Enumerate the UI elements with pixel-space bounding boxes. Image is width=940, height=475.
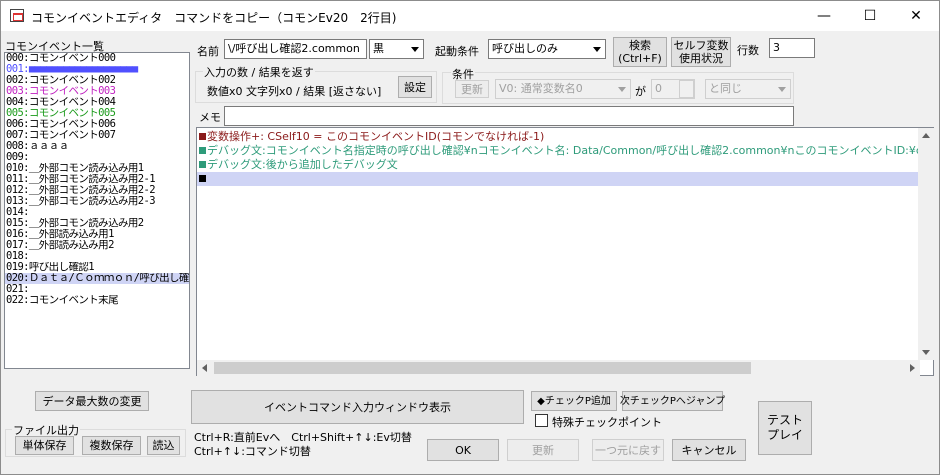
name-field[interactable]: \/呼び出し確認2.common <box>224 39 367 59</box>
chevron-down-icon <box>774 80 790 98</box>
special-checkpoint-checkbox[interactable] <box>535 414 548 427</box>
list-item[interactable]: 012:＿外部コモン読み込み用2-2 <box>5 185 189 196</box>
self-var-usage-button[interactable]: セルフ変数 使用状況 <box>671 37 731 67</box>
condition-update-button[interactable]: 更新 <box>455 80 489 98</box>
list-item[interactable]: 020:Ｄａｔａ/Ｃｏｍｍｏｎ/呼び出し確認 <box>5 273 189 284</box>
rows-label: 行数 <box>737 44 759 57</box>
command-text: デバッグ文:コモンイベント名指定時の呼び出し確認¥nコモンイベント名: Data… <box>207 144 933 157</box>
event-command-input-window-button[interactable]: イベントコマンド入力ウィンドウ表示 <box>191 390 524 424</box>
list-item[interactable]: 017:＿外部読み込み用2 <box>5 240 189 251</box>
command-text: 変数操作+: CSelf10 = このコモンイベントID(コモンでなければ-1) <box>207 130 545 143</box>
list-item[interactable]: 018: <box>5 251 189 262</box>
condition-value-spinner[interactable] <box>679 80 694 98</box>
window-title: コモンイベントエディタ コマンドをコピー（コモンEv20 2行目) <box>31 11 397 25</box>
scroll-left-arrow-icon[interactable] <box>197 360 213 376</box>
list-item[interactable]: 013:＿外部コモン読み込み用2-3 <box>5 196 189 207</box>
io-summary: 数値x0 文字列x0 / 結果 [返さない] <box>207 85 382 98</box>
common-event-editor-window: コモンイベントエディタ コマンドをコピー（コモンEv20 2行目) — ☐ ✕ … <box>0 0 940 475</box>
close-button[interactable]: ✕ <box>893 1 939 31</box>
condition-ga-label: が <box>635 85 646 98</box>
scroll-down-arrow-icon[interactable] <box>918 344 934 360</box>
shortcut-hint-2: Ctrl+↑↓:コマンド切替 <box>194 445 311 458</box>
ok-button[interactable]: OK <box>427 439 499 461</box>
app-icon <box>10 9 24 22</box>
scroll-right-arrow-icon[interactable] <box>904 360 920 376</box>
command-list-vertical-scrollbar[interactable] <box>918 128 934 360</box>
list-item[interactable]: 019:呼び出し確認1 <box>5 262 189 273</box>
list-item[interactable]: 021: <box>5 284 189 295</box>
command-marker-icon <box>199 175 206 182</box>
condition-variable-select[interactable]: V0: 通常変数名0 <box>495 79 631 99</box>
maximize-button[interactable]: ☐ <box>847 1 893 31</box>
list-item[interactable]: 011:＿外部コモン読み込み用2-1 <box>5 174 189 185</box>
update-button[interactable]: 更新 <box>507 439 579 461</box>
undo-button[interactable]: 一つ元に戻す <box>592 439 664 461</box>
load-button[interactable]: 読込 <box>147 436 180 455</box>
test-play-button[interactable]: テスト プレイ <box>758 401 812 455</box>
scrollbar-thumb[interactable] <box>214 362 751 374</box>
list-item[interactable]: 000:コモンイベント000 <box>5 53 189 64</box>
command-row[interactable]: デバッグ文:コモンイベント名指定時の呼び出し確認¥nコモンイベント名: Data… <box>197 144 933 158</box>
search-button[interactable]: 検索 (Ctrl+F) <box>613 37 667 67</box>
minimize-button[interactable]: — <box>801 1 847 31</box>
command-marker-icon <box>199 161 206 168</box>
command-row[interactable]: デバッグ文:後から追加したデバッグ文 <box>197 158 933 172</box>
trigger-select-value: 呼び出しのみ <box>492 42 558 55</box>
io-settings-button[interactable]: 設定 <box>398 76 432 98</box>
title-bar: コモンイベントエディタ コマンドをコピー（コモンEv20 2行目) — ☐ ✕ <box>1 1 939 31</box>
list-item[interactable]: 008:ａａａａ <box>5 141 189 152</box>
special-checkpoint-label: 特殊チェックポイント <box>552 416 662 429</box>
next-checkpoint-button[interactable]: 次チェックPへジャンプ <box>620 391 725 411</box>
command-list-horizontal-scrollbar[interactable] <box>197 360 920 376</box>
list-item[interactable]: 016:＿外部読み込み用1 <box>5 229 189 240</box>
command-row[interactable]: 変数操作+: CSelf10 = このコモンイベントID(コモンでなければ-1) <box>197 130 933 144</box>
condition-operator-value: と同じ <box>709 82 742 95</box>
list-item[interactable]: 007:コモンイベント007 <box>5 130 189 141</box>
list-item[interactable]: 005:コモンイベント005 <box>5 108 189 119</box>
list-item[interactable]: 015:＿外部コモン読み込み用2 <box>5 218 189 229</box>
list-item[interactable]: 009: <box>5 152 189 163</box>
chevron-down-icon <box>589 40 605 58</box>
chevron-down-icon <box>407 40 423 58</box>
add-checkpoint-button[interactable]: ◆チェックP追加 <box>531 391 617 411</box>
color-select[interactable]: 黒 <box>369 39 424 59</box>
list-item[interactable]: 001:■■■■■■■■■■■■■■■■■■■ <box>5 64 189 75</box>
command-row[interactable] <box>197 172 933 186</box>
rows-field[interactable]: 3 <box>769 38 815 58</box>
name-label: 名前 <box>197 45 219 58</box>
list-item[interactable]: 003:コモンイベント003 <box>5 86 189 97</box>
list-item[interactable]: 002:コモンイベント002 <box>5 75 189 86</box>
scroll-up-arrow-icon[interactable] <box>918 128 934 144</box>
list-item[interactable]: 006:コモンイベント006 <box>5 119 189 130</box>
condition-variable-value: V0: 通常変数名0 <box>499 82 583 95</box>
list-item[interactable]: 014: <box>5 207 189 218</box>
color-select-value: 黒 <box>373 42 384 55</box>
cancel-button[interactable]: キャンセル <box>672 439 746 461</box>
command-marker-icon <box>199 133 206 140</box>
memo-field[interactable] <box>224 106 794 126</box>
max-data-change-button[interactable]: データ最大数の変更 <box>35 391 149 411</box>
command-marker-icon <box>199 147 206 154</box>
memo-label: メモ <box>199 111 221 124</box>
multi-save-button[interactable]: 複数保存 <box>82 436 141 455</box>
chevron-down-icon <box>614 80 630 98</box>
trigger-label: 起動条件 <box>435 45 479 58</box>
list-item[interactable]: 022:コモンイベント末尾 <box>5 295 189 306</box>
common-event-list[interactable]: 000:コモンイベント000 001:■■■■■■■■■■■■■■■■■■■ 002… <box>4 52 190 369</box>
command-list[interactable]: 変数操作+: CSelf10 = このコモンイベントID(コモンでなければ-1)… <box>196 127 934 376</box>
trigger-select[interactable]: 呼び出しのみ <box>488 39 606 59</box>
shortcut-hint-1: Ctrl+R:直前Evへ Ctrl+Shift+↑↓:Ev切替 <box>194 431 412 444</box>
command-text: デバッグ文:後から追加したデバッグ文 <box>207 158 398 171</box>
single-save-button[interactable]: 単体保存 <box>15 436 74 455</box>
condition-operator-select[interactable]: と同じ <box>705 79 791 99</box>
list-item[interactable]: 010:＿外部コモン読み込み用1 <box>5 163 189 174</box>
io-group-label: 入力の数 / 結果を返す <box>203 64 315 80</box>
list-item[interactable]: 004:コモンイベント004 <box>5 97 189 108</box>
